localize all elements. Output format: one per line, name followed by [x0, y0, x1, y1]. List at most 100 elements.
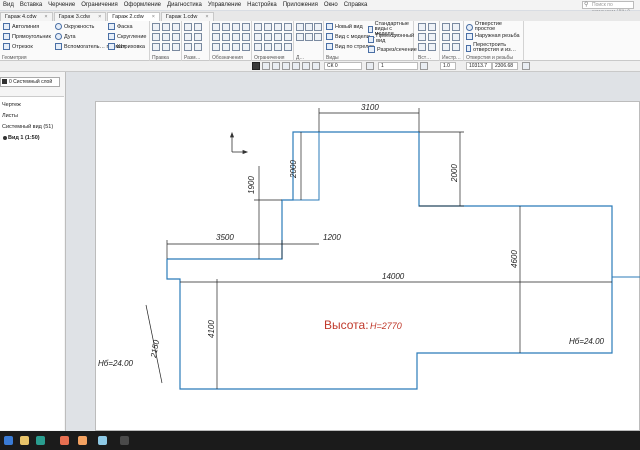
visibility-icon[interactable]: [272, 62, 280, 70]
fillet-button[interactable]: Скругление: [108, 33, 146, 40]
kompas-icon[interactable]: [98, 436, 107, 445]
dimension-lines: [145, 108, 612, 389]
tab-garage-3[interactable]: Гараж 3.cdw ×: [53, 12, 107, 21]
close-icon[interactable]: ×: [205, 13, 208, 21]
axis-indicator-icon: [229, 131, 249, 155]
arrow-view-icon: [326, 43, 333, 50]
external-thread-button[interactable]: Наружная резьба: [466, 33, 522, 40]
segment-icon: [3, 43, 10, 50]
dim-3500: 3500: [216, 233, 234, 242]
tab-label: Гараж 1.cdw: [165, 14, 198, 20]
menu-item-diagnostics[interactable]: Диагностика: [164, 2, 205, 8]
menu-item-help[interactable]: Справка: [341, 2, 371, 8]
menu-item-window[interactable]: Окно: [321, 2, 341, 8]
browser-icon[interactable]: [60, 436, 69, 445]
grid-icon[interactable]: [292, 62, 300, 70]
tab-garage-4[interactable]: Гараж 4.cdw ×: [0, 12, 53, 21]
hatch-icon: [108, 43, 115, 50]
menu-bar: Вид Вставка Черчение Ограничения Оформле…: [0, 0, 640, 15]
document-tabs: Гараж 4.cdw × Гараж 3.cdw × Гараж 2.cdw × Г…: [0, 11, 640, 21]
coord-x-value: 10313.7: [469, 63, 488, 69]
tree-item-sheets[interactable]: Листы: [2, 113, 18, 119]
menu-item-format[interactable]: Оформление: [121, 2, 164, 8]
height-value: H=2770: [370, 321, 402, 331]
app2-icon[interactable]: [120, 436, 129, 445]
new-view-button[interactable]: Новый вид: [326, 23, 363, 30]
fillet-label: Скругление: [117, 33, 147, 40]
explorer-icon[interactable]: [20, 436, 29, 445]
dim-14000: 14000: [382, 272, 405, 281]
coord-y-field[interactable]: 2306.68: [492, 62, 518, 70]
view-number-value: 1: [381, 63, 384, 69]
tab-garage-2[interactable]: Гараж 2.cdw ×: [107, 12, 160, 21]
lock-icon[interactable]: [282, 62, 290, 70]
projection-view-button[interactable]: Проекционный вид: [368, 33, 416, 44]
folder-icon[interactable]: [78, 436, 87, 445]
constraint-tools[interactable]: [254, 23, 293, 52]
annotation-tools[interactable]: [212, 23, 251, 52]
projection-view-label: Проекционный вид: [376, 33, 415, 44]
misc-tools[interactable]: [296, 23, 322, 42]
pencil-icon[interactable]: [252, 62, 260, 70]
menu-item-constraints[interactable]: Ограничения: [78, 2, 121, 8]
menu-item-drawing[interactable]: Черчение: [45, 2, 78, 8]
layer-select[interactable]: 0 Системный слой: [0, 77, 60, 87]
drawing-canvas[interactable]: 3100 2000 2000 1900 3500 1200 14000 4600…: [66, 72, 640, 431]
arc-label: Дуга: [64, 33, 76, 40]
simple-hole-label: Отверстие простое: [474, 21, 502, 32]
menu-item-management[interactable]: Управление: [205, 2, 244, 8]
chamfer-button[interactable]: Фаска: [108, 23, 133, 30]
close-icon[interactable]: ×: [98, 13, 101, 21]
app-icon[interactable]: [36, 436, 45, 445]
coord-y-value: 2306.68: [495, 63, 514, 69]
building-outline[interactable]: [166, 131, 613, 390]
circle-label: Окружность: [64, 23, 95, 30]
new-view-label: Новый вид: [335, 23, 363, 30]
rebuild-holes-button[interactable]: Перестроить отверстия и из…: [466, 42, 522, 53]
simple-hole-button[interactable]: Отверстие простое: [466, 21, 522, 32]
tab-label: Гараж 2.cdw: [112, 14, 144, 20]
constraints-group: Ограничения: [252, 21, 294, 61]
menu-item-apps[interactable]: Приложения: [280, 2, 321, 8]
edit-tools[interactable]: [152, 23, 181, 52]
instrument-tools[interactable]: [442, 23, 461, 52]
layer-icon[interactable]: [262, 62, 270, 70]
snap-icon[interactable]: [302, 62, 310, 70]
menu-item-insert[interactable]: Вставка: [17, 2, 45, 8]
level-label-right: Нб=24.00: [569, 337, 605, 346]
tools-group: Инстр…: [440, 21, 464, 61]
close-icon[interactable]: ×: [44, 13, 47, 21]
style-icon[interactable]: [420, 62, 428, 70]
tab-garage-1[interactable]: Гараж 1.cdw ×: [160, 12, 214, 21]
rebuild-holes-label: Перестроить отверстия и из…: [473, 42, 517, 53]
coord-x-field[interactable]: 10313.7: [466, 62, 492, 70]
dim-2000-right: 2000: [450, 164, 459, 183]
command-search-input[interactable]: ⚲ Поиск по командам (Alt+/): [582, 1, 634, 15]
circle-button[interactable]: Окружность: [55, 23, 94, 30]
coordinate-system-value: СК 0: [327, 63, 338, 69]
start-icon[interactable]: [4, 436, 13, 445]
segment-button[interactable]: Отрезок: [3, 43, 33, 50]
arc-button[interactable]: Дуга: [55, 33, 76, 40]
rectangle-button[interactable]: Прямоугольник: [3, 33, 51, 40]
layers-icon[interactable]: [366, 62, 374, 70]
grid-toggle-icon[interactable]: [522, 62, 530, 70]
geometry-group: Автолиния Прямоугольник Отрезок Окружнос…: [0, 21, 150, 61]
tree-item-drawing[interactable]: Чертеж: [2, 102, 21, 108]
menu-item-view[interactable]: Вид: [0, 2, 17, 8]
drawing-tree-panel: 0 Системный слой Чертеж Листы Системный …: [0, 72, 66, 431]
coordinate-system-select[interactable]: СК 0: [324, 62, 362, 70]
insert-tools[interactable]: [418, 23, 437, 52]
autoline-button[interactable]: Автолиния: [3, 23, 39, 30]
close-icon[interactable]: ×: [152, 13, 155, 21]
ortho-icon[interactable]: [312, 62, 320, 70]
tree-item-view-1[interactable]: Вид 1 (1:50): [8, 135, 40, 141]
scale-field[interactable]: 1.0: [440, 62, 456, 70]
tab-label: Гараж 3.cdw: [58, 14, 91, 20]
tree-item-system-view[interactable]: Системный вид (51): [2, 124, 53, 130]
view-number-select[interactable]: 1: [378, 62, 418, 70]
dimension-tools[interactable]: [184, 23, 203, 52]
section-button[interactable]: Разрез/сечение: [368, 46, 417, 53]
hatch-button[interactable]: Штриховка: [108, 43, 145, 50]
menu-item-settings[interactable]: Настройка: [244, 2, 280, 8]
